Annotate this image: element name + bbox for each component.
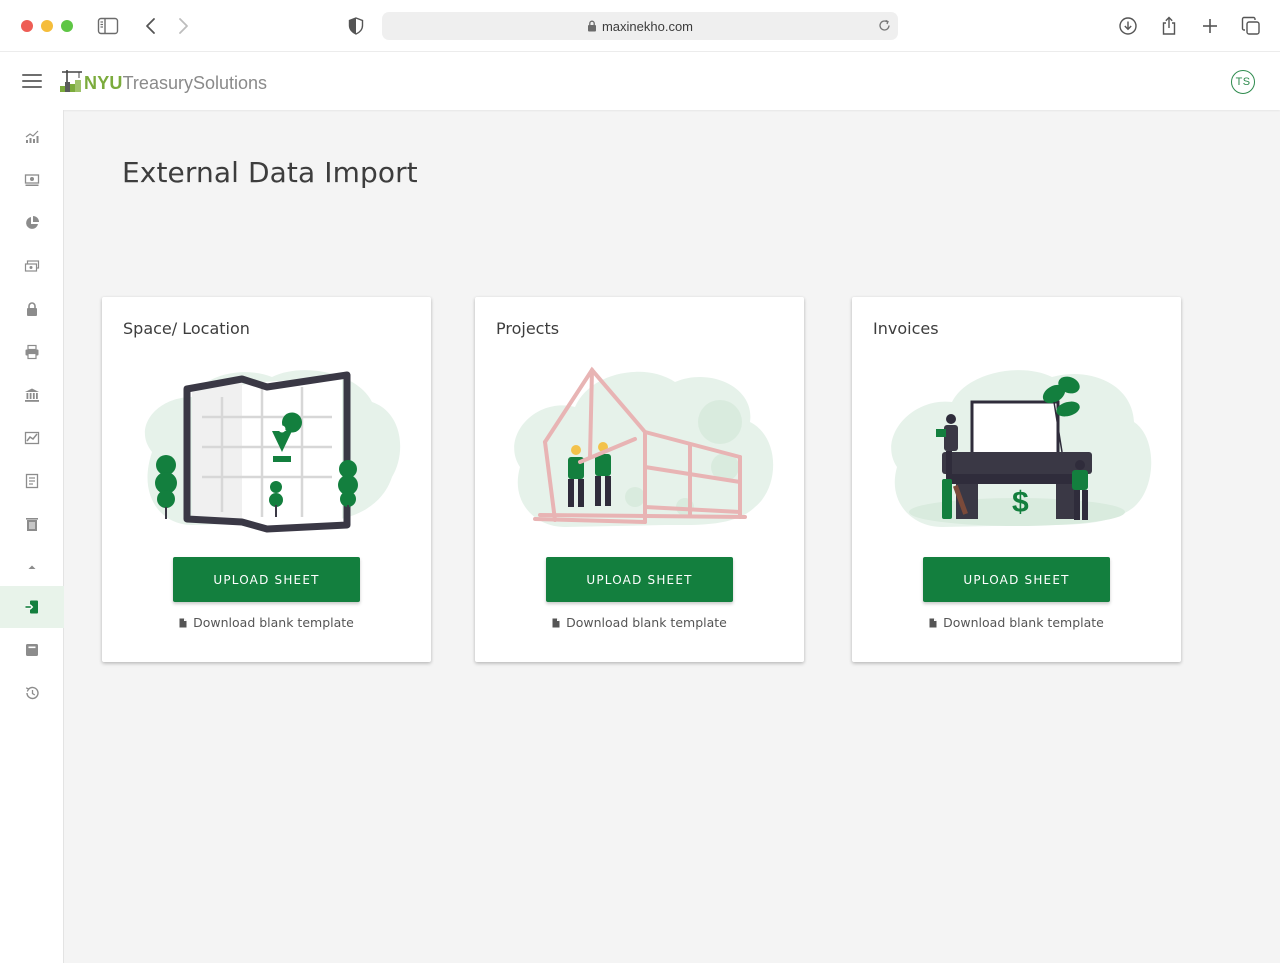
sidebar-item-history[interactable] <box>0 672 64 714</box>
privacy-shield-icon[interactable] <box>344 14 368 38</box>
sidebar-item-reports[interactable] <box>0 417 64 459</box>
card-title: Invoices <box>873 319 939 338</box>
logo-secondary-text: TreasurySolutions <box>122 73 268 93</box>
address-bar[interactable]: maxinekho.com <box>382 12 898 40</box>
sidebar-item-bank[interactable] <box>0 374 64 416</box>
invoices-card: Invoices $ UPLOAD SHEET Download blank t… <box>852 297 1181 662</box>
upload-sheet-button[interactable]: UPLOAD SHEET <box>923 557 1110 602</box>
archive-icon <box>26 644 38 656</box>
card-title: Projects <box>496 319 560 338</box>
invoice-illustration: $ <box>891 370 1152 527</box>
logo-primary-text: NYU <box>84 73 123 93</box>
zoom-window-button[interactable] <box>61 20 73 32</box>
sidebar-item-cash[interactable] <box>0 245 64 287</box>
line-chart-icon <box>25 130 39 143</box>
crane-logo-icon <box>60 70 82 92</box>
forward-icon[interactable] <box>171 14 195 38</box>
browser-toolbar: maxinekho.com <box>0 0 1280 52</box>
money-icon <box>24 174 40 186</box>
menu-icon[interactable] <box>22 72 42 90</box>
reload-icon[interactable] <box>877 18 892 33</box>
download-template-label: Download blank template <box>193 615 354 630</box>
downloads-icon[interactable] <box>1116 14 1140 38</box>
logo[interactable]: NYU TreasurySolutions <box>60 68 267 94</box>
construction-illustration <box>514 366 774 527</box>
file-icon <box>179 616 187 631</box>
download-template-label: Download blank template <box>943 615 1104 630</box>
map-illustration <box>144 370 401 533</box>
download-template-link[interactable]: Download blank template <box>475 615 804 631</box>
space-location-card: Space/ Location UPLOAD SHEET Download bl… <box>102 297 431 662</box>
bank-icon <box>25 388 39 402</box>
user-avatar[interactable]: TS <box>1231 70 1255 94</box>
cash-icon <box>24 260 40 272</box>
sidebar-item-archive[interactable] <box>0 629 64 671</box>
back-icon[interactable] <box>139 14 163 38</box>
app-header: NYU TreasurySolutions <box>0 52 1280 110</box>
tab-overview-icon[interactable] <box>1239 14 1263 38</box>
download-template-link[interactable]: Download blank template <box>852 615 1181 631</box>
print-icon <box>25 344 39 360</box>
page-title: External Data Import <box>122 156 418 189</box>
sidebar-collapse-toggle[interactable] <box>0 546 64 588</box>
url-text: maxinekho.com <box>601 18 694 34</box>
history-icon <box>25 686 39 700</box>
download-template-link[interactable]: Download blank template <box>102 615 431 631</box>
close-window-button[interactable] <box>21 20 33 32</box>
upload-sheet-button[interactable]: UPLOAD SHEET <box>173 557 360 602</box>
download-template-label: Download blank template <box>566 615 727 630</box>
sidebar-item-allocation[interactable] <box>0 202 64 244</box>
sidebar-toggle-icon[interactable] <box>96 14 120 38</box>
minimize-window-button[interactable] <box>41 20 53 32</box>
pie-chart-icon <box>26 216 39 229</box>
sidebar-item-print[interactable] <box>0 331 64 373</box>
lock-icon <box>27 302 37 316</box>
lock-icon <box>587 20 597 32</box>
file-icon <box>929 616 937 631</box>
svg-text:$: $ <box>1012 486 1029 519</box>
card-title: Space/ Location <box>123 319 250 338</box>
receipt-icon <box>25 473 39 489</box>
image-chart-icon <box>24 431 40 445</box>
upload-sheet-button[interactable]: UPLOAD SHEET <box>546 557 733 602</box>
sidebar-item-analytics[interactable] <box>0 116 64 158</box>
caret-up-icon <box>28 565 36 569</box>
sidebar-item-trash[interactable] <box>0 503 64 545</box>
delete-icon <box>26 518 38 531</box>
projects-card: Projects UPLOAD SHEET Download blank tem… <box>475 297 804 662</box>
file-icon <box>552 616 560 631</box>
sidebar-item-data-import[interactable] <box>0 586 64 628</box>
share-icon[interactable] <box>1157 14 1181 38</box>
sidebar-item-payments[interactable] <box>0 159 64 201</box>
sidebar-item-ledger[interactable] <box>0 460 64 502</box>
new-tab-icon[interactable] <box>1198 14 1222 38</box>
sidebar <box>0 110 64 963</box>
import-icon <box>25 600 38 614</box>
sidebar-item-security[interactable] <box>0 288 64 330</box>
